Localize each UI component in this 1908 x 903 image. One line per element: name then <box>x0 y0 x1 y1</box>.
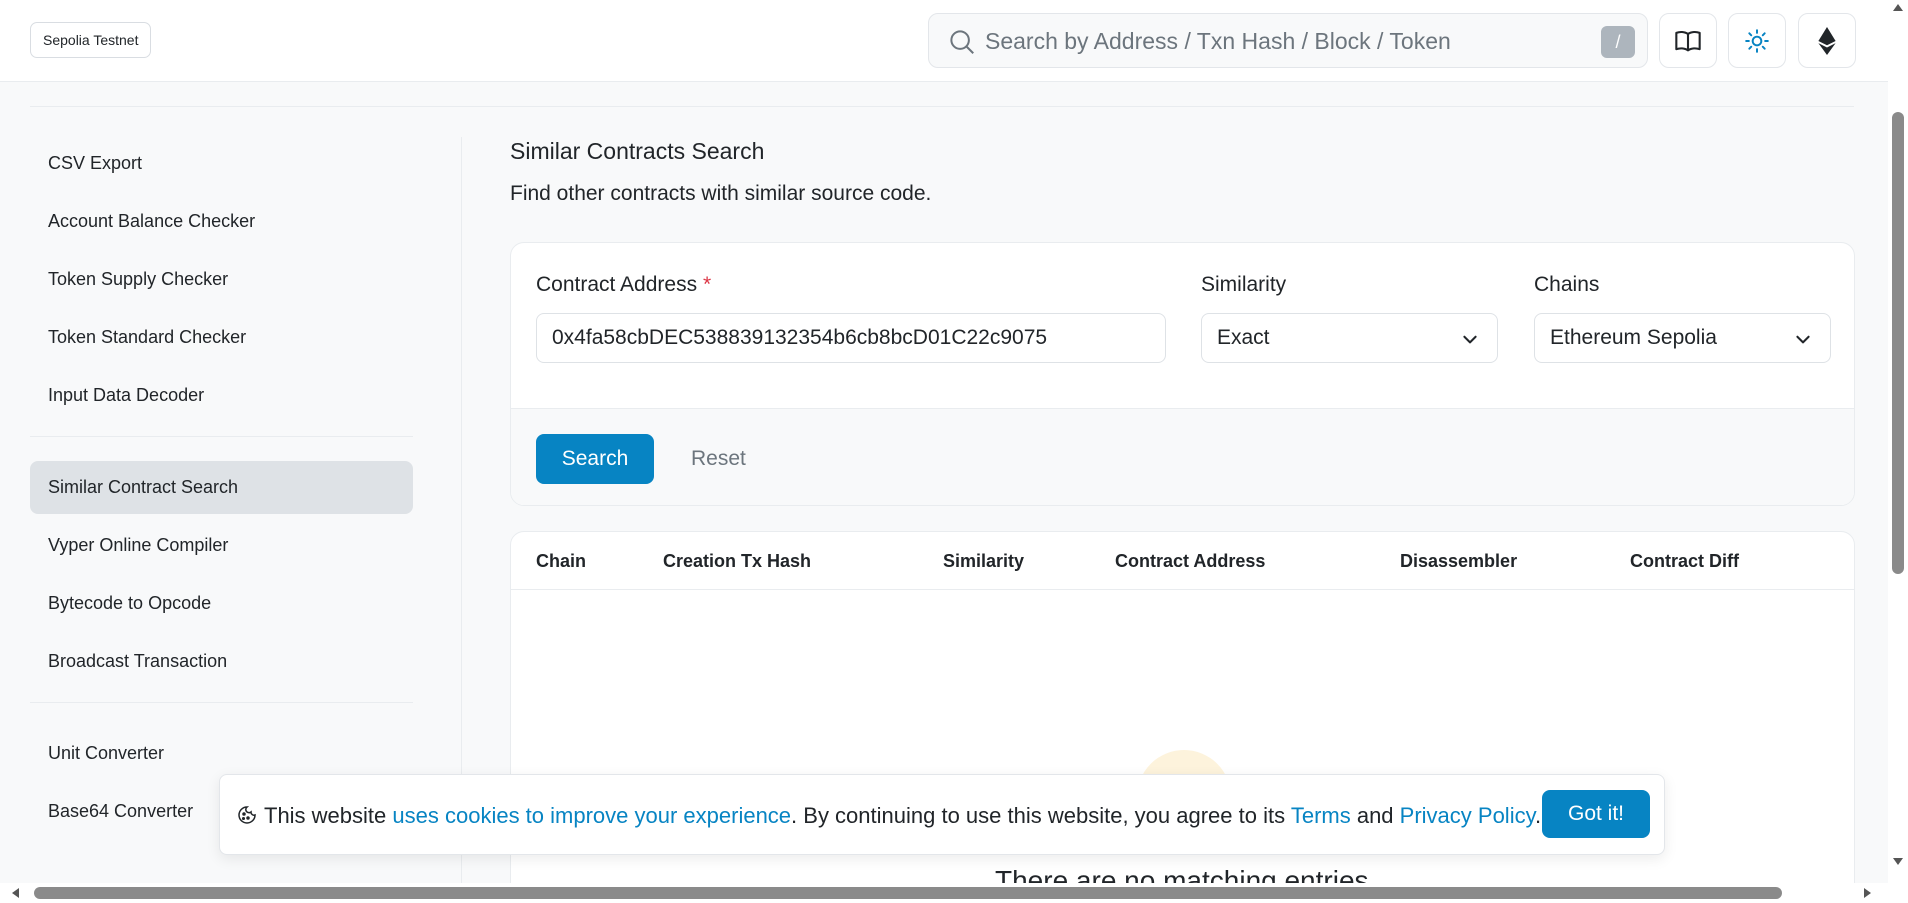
contract-address-input[interactable]: 0x4fa58cbDEC538839132354b6cb8bcD01C22c90… <box>536 313 1166 363</box>
scroll-right-arrow-icon[interactable] <box>1864 888 1871 898</box>
cookie-icon <box>238 806 256 824</box>
page-title: Similar Contracts Search <box>510 138 765 164</box>
search-button[interactable]: Search <box>536 434 654 484</box>
chevron-down-icon <box>1796 335 1810 344</box>
contract-address-label: Contract Address * <box>536 273 711 297</box>
required-mark: * <box>702 273 712 296</box>
search-input[interactable] <box>985 24 1545 58</box>
column-header-contract-address: Contract Address <box>1115 551 1266 571</box>
docs-button[interactable] <box>1659 13 1717 68</box>
cookie-banner: This website uses cookies to improve you… <box>219 774 1665 855</box>
cookie-text-part: and <box>1350 803 1400 828</box>
sidebar: CSV Export Account Balance Checker Token… <box>30 137 413 843</box>
reset-button[interactable]: Reset <box>691 434 746 484</box>
sidebar-divider <box>30 702 413 703</box>
search-box[interactable]: / <box>928 13 1648 68</box>
sidebar-item-vyper-online-compiler[interactable]: Vyper Online Compiler <box>30 519 413 572</box>
sidebar-item-token-standard-checker[interactable]: Token Standard Checker <box>30 311 413 364</box>
horizontal-scrollbar[interactable] <box>0 883 1888 903</box>
vertical-scroll-thumb[interactable] <box>1892 112 1904 574</box>
search-icon <box>950 30 974 54</box>
terms-link[interactable]: Terms <box>1291 803 1351 828</box>
sidebar-item-similar-contract-search[interactable]: Similar Contract Search <box>30 461 413 514</box>
form-footer: Search Reset <box>511 408 1854 505</box>
similarity-select[interactable]: Exact <box>1201 313 1498 363</box>
similarity-select-value: Exact <box>1217 326 1270 349</box>
scroll-left-arrow-icon[interactable] <box>12 888 19 898</box>
contract-address-label-text: Contract Address <box>536 273 698 296</box>
scroll-down-arrow-icon[interactable] <box>1893 858 1903 865</box>
sidebar-item-token-supply-checker[interactable]: Token Supply Checker <box>30 253 413 306</box>
sidebar-divider <box>30 436 413 437</box>
cookie-accept-button[interactable]: Got it! <box>1542 790 1650 838</box>
table-header-row: Chain Creation Tx Hash Similarity Contra… <box>511 532 1854 590</box>
top-header: Sepolia Testnet / <box>0 0 1888 82</box>
book-icon <box>1675 30 1701 51</box>
ethereum-icon <box>1818 26 1836 55</box>
vertical-scrollbar[interactable] <box>1888 0 1908 903</box>
search-shortcut-key: / <box>1601 26 1635 58</box>
chevron-down-icon <box>1463 335 1477 344</box>
top-divider <box>30 106 1854 107</box>
network-switch-button[interactable] <box>1798 13 1856 68</box>
privacy-policy-link[interactable]: Privacy Policy <box>1400 803 1535 828</box>
scroll-up-arrow-icon[interactable] <box>1893 4 1903 11</box>
column-header-similarity: Similarity <box>943 551 1025 571</box>
column-header-disassembler: Disassembler <box>1400 551 1518 571</box>
search-form-card: Contract Address * 0x4fa58cbDEC538839132… <box>510 242 1855 506</box>
sidebar-item-unit-converter[interactable]: Unit Converter <box>30 727 413 780</box>
cookie-message: This website uses cookies to improve you… <box>264 803 1541 829</box>
cookie-policy-link[interactable]: uses cookies to improve your experience <box>392 803 791 828</box>
sidebar-item-broadcast-transaction[interactable]: Broadcast Transaction <box>30 635 413 688</box>
chains-select-value: Ethereum Sepolia <box>1550 326 1717 349</box>
network-badge[interactable]: Sepolia Testnet <box>30 22 152 58</box>
page-subtitle: Find other contracts with similar source… <box>510 182 932 205</box>
sidebar-item-csv-export[interactable]: CSV Export <box>30 137 413 190</box>
cookie-text-part: This website <box>264 803 393 828</box>
column-header-creation-tx-hash: Creation Tx Hash <box>663 551 812 571</box>
horizontal-scroll-thumb[interactable] <box>34 887 1782 899</box>
sidebar-item-input-data-decoder[interactable]: Input Data Decoder <box>30 369 413 422</box>
sidebar-item-bytecode-to-opcode[interactable]: Bytecode to Opcode <box>30 577 413 630</box>
cookie-text-part: . By continuing to use this website, you… <box>791 803 1291 828</box>
column-header-chain: Chain <box>536 551 587 571</box>
sidebar-item-account-balance-checker[interactable]: Account Balance Checker <box>30 195 413 248</box>
sun-icon <box>1745 28 1769 53</box>
cookie-text-part: . <box>1534 803 1542 828</box>
chains-label: Chains <box>1534 273 1600 296</box>
column-header-contract-diff: Contract Diff <box>1630 551 1739 571</box>
theme-toggle-button[interactable] <box>1728 13 1786 68</box>
chains-select[interactable]: Ethereum Sepolia <box>1534 313 1831 363</box>
similarity-label: Similarity <box>1201 273 1287 296</box>
